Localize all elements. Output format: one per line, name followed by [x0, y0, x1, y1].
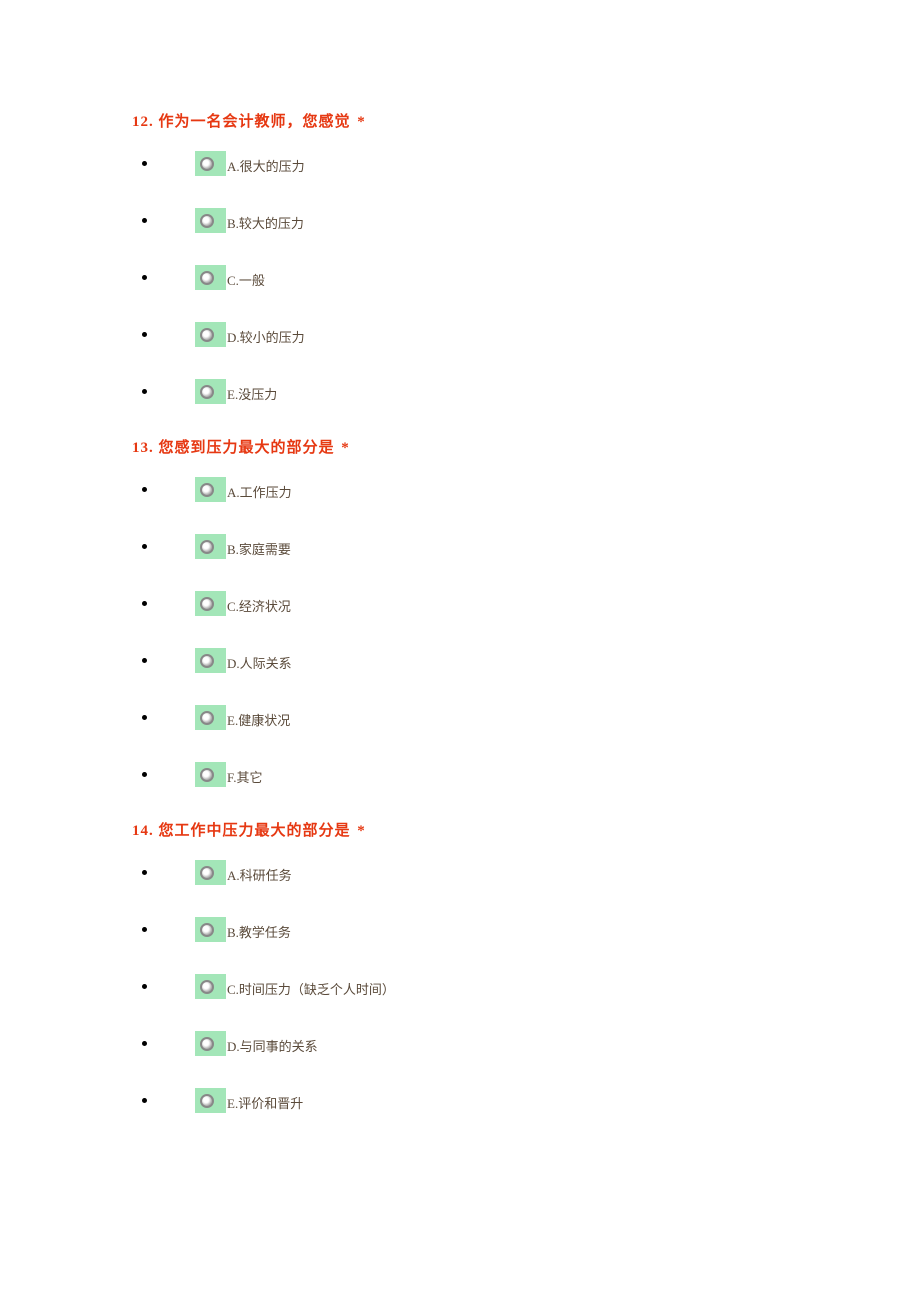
option-item: D.人际关系	[132, 648, 788, 673]
option-label: E.评价和晋升	[227, 1093, 303, 1113]
options-list: A.很大的压力 B.较大的压力 C.一般 D.较小的压力 E.没压力	[132, 151, 788, 404]
radio-button[interactable]	[195, 151, 226, 176]
option-item: B.教学任务	[132, 917, 788, 942]
required-asterisk: *	[357, 823, 366, 839]
option-item: D.较小的压力	[132, 322, 788, 347]
radio-icon	[200, 328, 214, 342]
radio-button[interactable]	[195, 477, 226, 502]
option-item: A.工作压力	[132, 477, 788, 502]
radio-icon	[200, 597, 214, 611]
radio-button[interactable]	[195, 705, 226, 730]
radio-icon	[200, 540, 214, 554]
radio-icon	[200, 768, 214, 782]
bullet-icon	[142, 772, 147, 777]
bullet-icon	[142, 1098, 147, 1103]
question-text: 您工作中压力最大的部分是	[159, 823, 351, 839]
radio-icon	[200, 483, 214, 497]
radio-button[interactable]	[195, 265, 226, 290]
radio-icon	[200, 1037, 214, 1051]
required-asterisk: *	[341, 440, 350, 456]
radio-icon	[200, 654, 214, 668]
radio-button[interactable]	[195, 762, 226, 787]
radio-icon	[200, 711, 214, 725]
option-item: D.与同事的关系	[132, 1031, 788, 1056]
option-item: A.科研任务	[132, 860, 788, 885]
radio-button[interactable]	[195, 591, 226, 616]
option-label: A.工作压力	[227, 482, 292, 502]
bullet-icon	[142, 658, 147, 663]
option-item: C.时间压力（缺乏个人时间）	[132, 974, 788, 999]
required-asterisk: *	[357, 114, 366, 130]
option-label: B.较大的压力	[227, 213, 304, 233]
question-title: 13. 您感到压力最大的部分是 *	[132, 436, 788, 457]
option-label: C.时间压力（缺乏个人时间）	[227, 979, 395, 999]
radio-icon	[200, 866, 214, 880]
bullet-icon	[142, 715, 147, 720]
question-text: 作为一名会计教师，您感觉	[159, 114, 351, 130]
radio-icon	[200, 1094, 214, 1108]
option-item: C.一般	[132, 265, 788, 290]
question-block: 14. 您工作中压力最大的部分是 * A.科研任务 B.教学任务 C.时间压力（缺乏个…	[132, 819, 788, 1113]
bullet-icon	[142, 161, 147, 166]
question-number: 12.	[132, 114, 154, 130]
radio-button[interactable]	[195, 860, 226, 885]
radio-button[interactable]	[195, 974, 226, 999]
options-list: A.科研任务 B.教学任务 C.时间压力（缺乏个人时间） D.与同事的关系 E.评价和晋…	[132, 860, 788, 1113]
option-label: E.健康状况	[227, 710, 290, 730]
option-item: E.没压力	[132, 379, 788, 404]
question-text: 您感到压力最大的部分是	[159, 440, 335, 456]
option-label: B.家庭需要	[227, 539, 291, 559]
option-label: A.科研任务	[227, 865, 292, 885]
option-item: C.经济状况	[132, 591, 788, 616]
radio-icon	[200, 214, 214, 228]
radio-button[interactable]	[195, 534, 226, 559]
bullet-icon	[142, 1041, 147, 1046]
bullet-icon	[142, 389, 147, 394]
option-item: A.很大的压力	[132, 151, 788, 176]
bullet-icon	[142, 487, 147, 492]
bullet-icon	[142, 275, 147, 280]
radio-icon	[200, 157, 214, 171]
radio-icon	[200, 923, 214, 937]
option-label: C.一般	[227, 270, 265, 290]
option-label: D.较小的压力	[227, 327, 305, 347]
option-label: F.其它	[227, 767, 262, 787]
bullet-icon	[142, 332, 147, 337]
radio-icon	[200, 980, 214, 994]
bullet-icon	[142, 870, 147, 875]
option-label: E.没压力	[227, 384, 277, 404]
radio-button[interactable]	[195, 1088, 226, 1113]
options-list: A.工作压力 B.家庭需要 C.经济状况 D.人际关系 E.健康状况 F.其它	[132, 477, 788, 787]
question-title: 14. 您工作中压力最大的部分是 *	[132, 819, 788, 840]
radio-button[interactable]	[195, 917, 226, 942]
bullet-icon	[142, 927, 147, 932]
question-block: 13. 您感到压力最大的部分是 * A.工作压力 B.家庭需要 C.经济状况 D.人际关…	[132, 436, 788, 787]
question-number: 13.	[132, 440, 154, 456]
option-label: C.经济状况	[227, 596, 291, 616]
radio-button[interactable]	[195, 1031, 226, 1056]
option-item: B.较大的压力	[132, 208, 788, 233]
option-item: F.其它	[132, 762, 788, 787]
question-block: 12. 作为一名会计教师，您感觉 * A.很大的压力 B.较大的压力 C.一般 D.较小…	[132, 110, 788, 404]
radio-button[interactable]	[195, 322, 226, 347]
option-label: D.与同事的关系	[227, 1036, 318, 1056]
option-item: E.评价和晋升	[132, 1088, 788, 1113]
question-title: 12. 作为一名会计教师，您感觉 *	[132, 110, 788, 131]
radio-icon	[200, 271, 214, 285]
option-item: E.健康状况	[132, 705, 788, 730]
radio-button[interactable]	[195, 379, 226, 404]
question-number: 14.	[132, 823, 154, 839]
option-label: D.人际关系	[227, 653, 292, 673]
option-item: B.家庭需要	[132, 534, 788, 559]
option-label: B.教学任务	[227, 922, 291, 942]
bullet-icon	[142, 544, 147, 549]
bullet-icon	[142, 984, 147, 989]
radio-icon	[200, 385, 214, 399]
radio-button[interactable]	[195, 208, 226, 233]
option-label: A.很大的压力	[227, 156, 305, 176]
radio-button[interactable]	[195, 648, 226, 673]
bullet-icon	[142, 218, 147, 223]
bullet-icon	[142, 601, 147, 606]
